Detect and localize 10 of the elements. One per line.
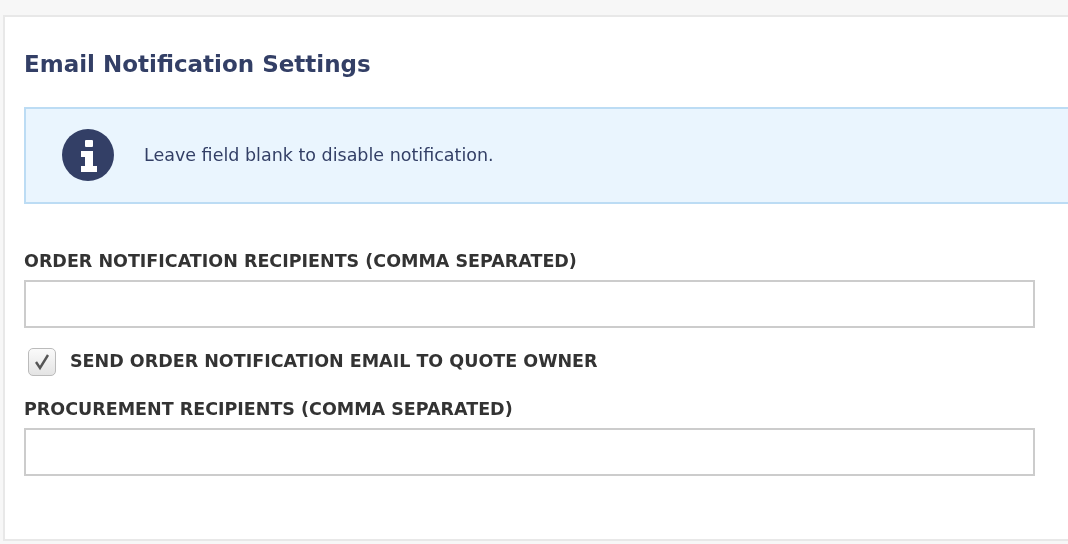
info-text: Leave field blank to disable notification. [144, 143, 494, 167]
checkbox[interactable] [28, 347, 56, 376]
check-icon [33, 352, 51, 371]
input-field[interactable] [24, 279, 1035, 328]
section-title: Email Notification Settings [24, 51, 372, 79]
input-field[interactable] [24, 427, 1035, 476]
field-label: ORDER NOTIFICATION RECIPIENTS (COMMA SEPARATED) [24, 250, 577, 272]
field-label: PROCUREMENT RECIPIENTS (COMMA SEPARATED) [24, 398, 513, 420]
checkbox-label: SEND ORDER NOTIFICATION EMAIL TO QUOTE OWNER [70, 351, 598, 373]
info-icon [62, 129, 114, 182]
